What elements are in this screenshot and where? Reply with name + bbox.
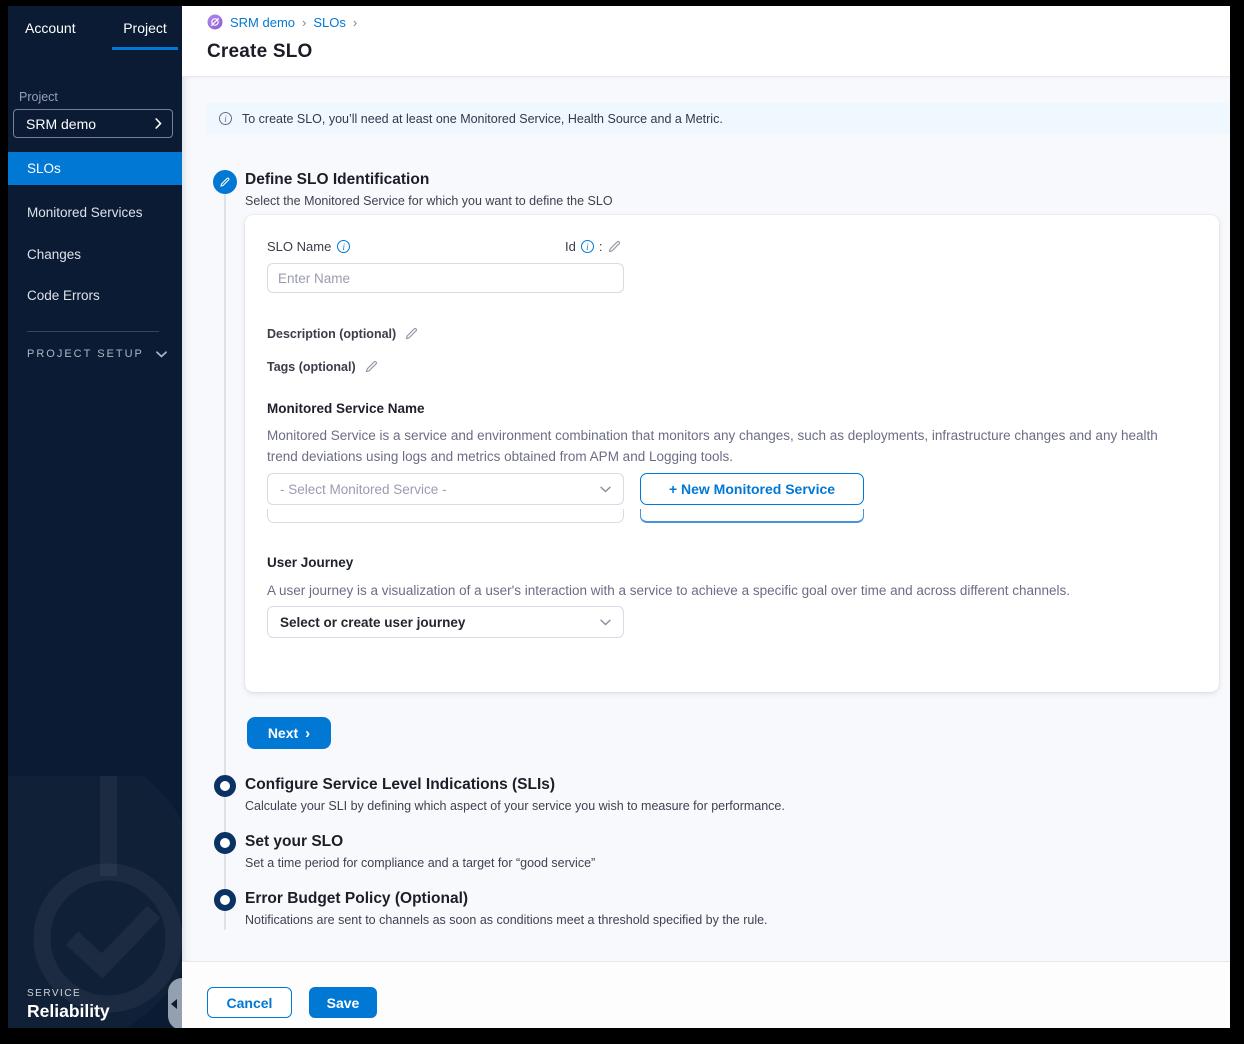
cancel-button[interactable]: Cancel (207, 987, 292, 1018)
tags-toggle[interactable]: Tags (optional) (267, 359, 379, 374)
breadcrumb-separator: › (302, 15, 306, 30)
sidebar-item-changes[interactable]: Changes (8, 238, 182, 271)
sidebar-item-label: SLOs (27, 161, 61, 176)
tab-project[interactable]: Project (112, 20, 178, 50)
step-3-subtitle: Set a time period for compliance and a t… (245, 856, 595, 870)
footer-bar: Cancel Save (182, 961, 1230, 1028)
sidebar-item-slos[interactable]: SLOs (8, 152, 182, 185)
chevron-down-icon (600, 486, 611, 493)
monitored-service-select[interactable]: - Select Monitored Service - (267, 473, 624, 505)
breadcrumb: SRM demo › SLOs › (207, 14, 357, 30)
collapse-left-icon (171, 999, 177, 1009)
project-scope-label: Project (19, 90, 58, 104)
sidebar-item-label: Monitored Services (27, 205, 143, 220)
step-3-title: Set your SLO (245, 833, 343, 851)
info-circle-icon[interactable]: i (337, 240, 350, 253)
main-content: SRM demo › SLOs › Create SLO i To create… (182, 6, 1230, 1028)
edit-pencil-icon[interactable] (607, 239, 622, 254)
next-button[interactable]: Next › (247, 717, 331, 749)
slo-identification-card: SLO Name i Id i : Description (optional) (245, 215, 1219, 692)
user-journey-select[interactable]: Select or create user journey (267, 606, 624, 638)
id-field-group: Id i : (565, 239, 622, 254)
step-1-title: Define SLO Identification (245, 171, 429, 189)
step-3-indicator[interactable] (214, 832, 236, 854)
step-4-subtitle: Notifications are sent to channels as so… (245, 913, 768, 927)
sidebar-item-label: Changes (27, 247, 81, 262)
chevron-right-icon (155, 118, 162, 129)
user-journey-title: User Journey (267, 555, 353, 570)
new-monitored-service-button[interactable]: + New Monitored Service (640, 473, 864, 505)
user-journey-description: A user journey is a visualization of a u… (267, 580, 1182, 601)
sidebar-divider (27, 331, 159, 332)
project-setup-toggle[interactable]: PROJECT SETUP (27, 348, 167, 360)
chevron-right-icon: › (305, 725, 310, 742)
sidebar-item-label: Code Errors (27, 288, 100, 303)
slo-name-label-group: SLO Name i (267, 239, 350, 254)
module-kicker: SERVICE (27, 988, 81, 999)
step-2-title: Configure Service Level Indications (SLI… (245, 776, 555, 794)
wizard-rail (224, 182, 226, 930)
breadcrumb-slos[interactable]: SLOs (313, 15, 346, 30)
project-setup-label: PROJECT SETUP (27, 348, 144, 360)
step-1-subtitle: Select the Monitored Service for which y… (245, 194, 613, 208)
next-button-label: Next (268, 725, 298, 741)
description-label: Description (optional) (267, 327, 396, 341)
scope-tabs: Account Project (19, 20, 176, 50)
step-2-subtitle: Calculate your SLI by defining which asp… (245, 799, 785, 813)
info-circle-icon[interactable]: i (581, 240, 594, 253)
sidebar-item-monitored-services[interactable]: Monitored Services (8, 196, 182, 229)
step-4-title: Error Budget Policy (Optional) (245, 890, 468, 908)
monitored-service-title: Monitored Service Name (267, 401, 425, 416)
slo-name-label: SLO Name (267, 239, 331, 254)
monitored-service-description: Monitored Service is a service and envir… (267, 425, 1182, 467)
info-circle-icon: i (219, 112, 232, 125)
project-selector-value: SRM demo (26, 116, 155, 132)
breadcrumb-separator: › (353, 15, 357, 30)
save-button[interactable]: Save (309, 987, 377, 1018)
tab-account[interactable]: Account (25, 20, 76, 36)
sidebar-item-code-errors[interactable]: Code Errors (8, 279, 182, 312)
sidebar: Account Project Project SRM demo SLOs Mo… (8, 6, 182, 1028)
id-label: Id (565, 239, 576, 254)
user-journey-select-value: Select or create user journey (280, 615, 600, 630)
chevron-down-icon (156, 351, 167, 358)
page-title: Create SLO (207, 41, 312, 63)
edit-pencil-icon (219, 176, 231, 188)
module-name: Reliability (27, 1001, 110, 1022)
tags-label: Tags (optional) (267, 360, 356, 374)
ghost-select-border (267, 509, 624, 523)
monitored-service-select-placeholder: - Select Monitored Service - (280, 482, 600, 497)
breadcrumb-project[interactable]: SRM demo (230, 15, 295, 30)
app-window: Account Project Project SRM demo SLOs Mo… (8, 6, 1230, 1028)
chevron-down-icon (600, 619, 611, 626)
info-banner-text: To create SLO, you’ll need at least one … (242, 112, 723, 126)
step-1-indicator[interactable] (213, 170, 237, 194)
project-selector[interactable]: SRM demo (13, 109, 173, 138)
srm-module-icon (207, 14, 223, 30)
page-header: SRM demo › SLOs › Create SLO (182, 6, 1230, 77)
step-4-indicator[interactable] (214, 889, 236, 911)
page-body: i To create SLO, you’ll need at least on… (182, 77, 1230, 961)
ghost-button-border (640, 509, 864, 523)
description-toggle[interactable]: Description (optional) (267, 326, 419, 341)
edit-pencil-icon[interactable] (404, 326, 419, 341)
info-banner: i To create SLO, you’ll need at least on… (206, 103, 1230, 134)
sidebar-collapse-handle[interactable] (168, 978, 182, 1028)
slo-name-input[interactable] (267, 263, 624, 293)
edit-pencil-icon[interactable] (364, 359, 379, 374)
step-2-indicator[interactable] (214, 775, 236, 797)
id-separator: : (599, 239, 603, 254)
